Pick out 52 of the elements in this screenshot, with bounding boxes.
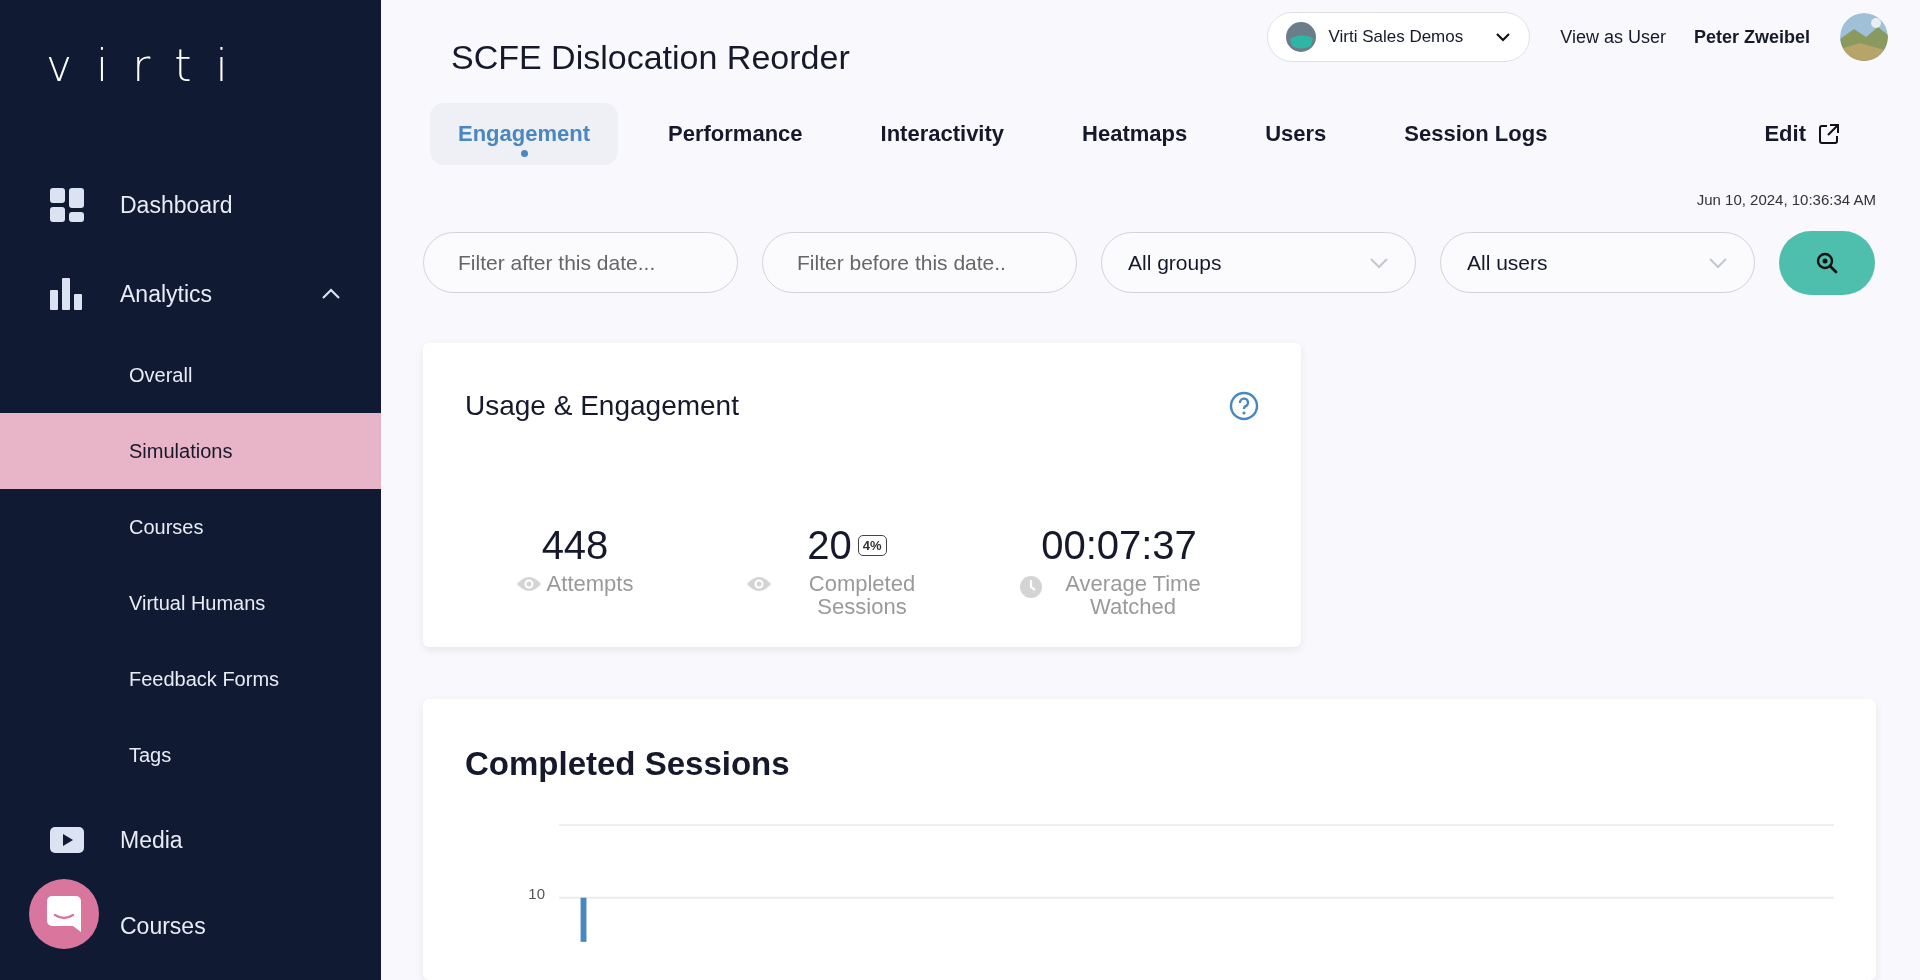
eye-icon xyxy=(747,575,771,592)
nav-subitem[interactable]: Simulations xyxy=(0,413,381,489)
tab[interactable]: Heatmaps xyxy=(1054,102,1216,165)
chevron-down-icon xyxy=(1708,256,1728,269)
logo: virti xyxy=(46,39,253,93)
organization-selector[interactable]: Virti Sales Demos xyxy=(1267,12,1531,62)
card-title: Usage & Engagement xyxy=(465,389,739,422)
bar xyxy=(580,898,587,943)
dashboard-icon xyxy=(50,188,84,222)
nav-subitem[interactable]: Courses xyxy=(0,489,381,565)
date-filter-field[interactable]: Filter before this date.. xyxy=(762,232,1077,294)
nav-item[interactable]: Analytics xyxy=(0,251,381,337)
page-title: SCFE Dislocation Reorder xyxy=(451,38,850,77)
nav-subitem[interactable]: Feedback Forms xyxy=(0,641,381,717)
chevron-down-icon xyxy=(1369,256,1389,269)
nav-item[interactable]: Media xyxy=(0,797,381,883)
axis-tick-label: 10 xyxy=(527,885,546,903)
dropdown[interactable]: All users xyxy=(1440,232,1755,294)
search-icon xyxy=(1815,250,1839,275)
nav-item[interactable]: Dashboard xyxy=(0,169,381,241)
dropdown[interactable]: All groups xyxy=(1101,232,1416,294)
play-icon xyxy=(50,827,84,853)
stat-label: Completed Sessions xyxy=(807,571,917,618)
tab[interactable]: Performance xyxy=(640,102,831,165)
date-filter-field[interactable]: Filter after this date... xyxy=(423,232,738,294)
stat-value: 448 xyxy=(541,522,609,568)
clock-icon xyxy=(1020,575,1042,598)
bar-chart-icon xyxy=(50,278,82,310)
stat-value: 20 xyxy=(807,522,852,568)
organization-logo-icon xyxy=(1286,22,1317,52)
nav-subitem[interactable]: Overall xyxy=(0,337,381,413)
chat-icon xyxy=(47,896,81,932)
stat-label: Average Time Watched xyxy=(1064,571,1202,618)
help-icon[interactable] xyxy=(1229,390,1259,421)
caret-icon xyxy=(1495,32,1512,42)
user-name: Peter Zweibel xyxy=(1693,26,1810,48)
tab[interactable]: Interactivity xyxy=(852,102,1033,165)
view-as-user-link[interactable]: View as User xyxy=(1560,26,1666,48)
chevron-up-icon[interactable] xyxy=(321,288,341,300)
timestamp: Jun 10, 2024, 10:36:34 AM xyxy=(1695,189,1876,210)
eye-icon xyxy=(516,575,541,592)
external-link-icon xyxy=(1818,122,1840,145)
stat-value: 00:07:37 xyxy=(1041,522,1197,568)
edit-link[interactable]: Edit xyxy=(1764,120,1840,147)
tab[interactable]: Session Logs xyxy=(1376,102,1576,165)
nav-subitem[interactable]: Tags xyxy=(0,717,381,793)
percentage-badge: 4% xyxy=(857,534,887,556)
tab[interactable]: Users xyxy=(1237,102,1355,165)
nav-subitem[interactable]: Virtual Humans xyxy=(0,565,381,641)
nav-item[interactable]: Courses xyxy=(0,883,381,969)
stat-label: Attempts xyxy=(546,571,634,595)
card-title: Completed Sessions xyxy=(465,745,791,784)
